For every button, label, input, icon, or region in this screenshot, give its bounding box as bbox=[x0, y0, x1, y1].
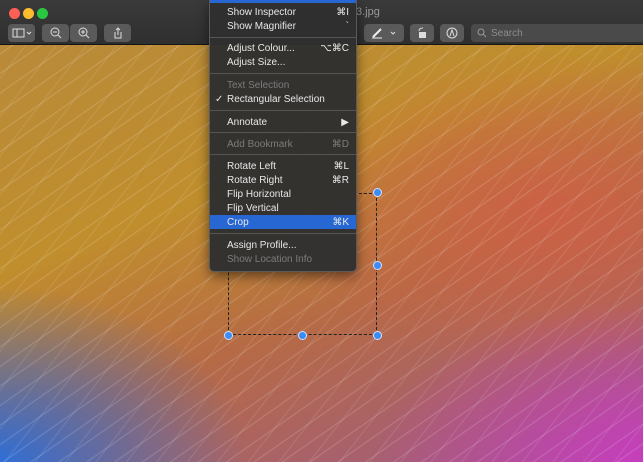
menu-title-highlight bbox=[210, 0, 356, 3]
menu-item-flip-vertical[interactable]: Flip Vertical bbox=[210, 201, 356, 215]
menu-item-assign-profile[interactable]: Assign Profile... bbox=[210, 238, 356, 252]
selection-handle-right[interactable] bbox=[373, 261, 382, 270]
menu-item-annotate[interactable]: Annotate ▶ bbox=[210, 115, 356, 129]
menu-item-show-magnifier[interactable]: Show Magnifier ` bbox=[210, 19, 356, 33]
minimize-window-button[interactable] bbox=[23, 8, 34, 19]
search-placeholder: Search bbox=[491, 27, 523, 39]
share-button[interactable] bbox=[104, 24, 131, 42]
menu-separator bbox=[210, 110, 356, 111]
menu-item-crop[interactable]: Crop ⌘K bbox=[210, 215, 356, 229]
zoom-in-button[interactable] bbox=[70, 24, 97, 42]
menu-separator bbox=[210, 154, 356, 155]
menu-item-text-selection: Text Selection bbox=[227, 79, 290, 91]
share-icon bbox=[114, 27, 121, 39]
selection-handle-bottom[interactable] bbox=[298, 331, 307, 340]
menu-item-show-inspector[interactable]: Show Inspector ⌘I bbox=[210, 5, 356, 19]
zoom-out-icon bbox=[50, 27, 61, 39]
sidebar-toggle-button[interactable] bbox=[8, 24, 35, 42]
menu-separator bbox=[210, 132, 356, 133]
menu-item-add-bookmark: Add Bookmark ⌘D bbox=[227, 138, 349, 150]
menu-item-rotate-right[interactable]: Rotate Right ⌘R bbox=[210, 173, 356, 187]
pen-icon bbox=[372, 28, 396, 39]
zoom-window-button[interactable] bbox=[37, 8, 48, 19]
submenu-arrow-icon: ▶ bbox=[341, 116, 349, 128]
menu-item-rectangular-selection[interactable]: ✓ Rectangular Selection bbox=[210, 92, 356, 106]
selection-handle-top-right[interactable] bbox=[373, 188, 382, 197]
menu-item-adjust-size[interactable]: Adjust Size... bbox=[210, 55, 356, 69]
sidebar-icon bbox=[12, 28, 31, 38]
markup-pen-button[interactable] bbox=[364, 24, 404, 42]
zoom-out-button[interactable] bbox=[42, 24, 69, 42]
checkmark-icon: ✓ bbox=[215, 93, 224, 105]
menu-separator bbox=[210, 73, 356, 74]
markup-icon bbox=[446, 27, 458, 39]
markup-toolbar-button[interactable] bbox=[440, 24, 464, 42]
search-field[interactable]: Search bbox=[471, 24, 643, 42]
search-icon bbox=[477, 28, 487, 38]
rotate-icon bbox=[418, 27, 426, 38]
selection-handle-bottom-right[interactable] bbox=[373, 331, 382, 340]
rotate-button[interactable] bbox=[410, 24, 434, 42]
menu-item-show-location-info: Show Location Info bbox=[227, 253, 313, 265]
selection-handle-bottom-left[interactable] bbox=[224, 331, 233, 340]
menu-item-flip-horizontal[interactable]: Flip Horizontal bbox=[210, 187, 356, 201]
menu-separator bbox=[210, 37, 356, 38]
menu-item-rotate-left[interactable]: Rotate Left ⌘L bbox=[210, 159, 356, 173]
zoom-in-icon bbox=[78, 27, 89, 39]
tools-menu: Show Inspector ⌘I Show Magnifier ` Adjust … bbox=[209, 0, 357, 272]
window-title: 3.jpg bbox=[356, 6, 380, 18]
menu-separator bbox=[210, 233, 356, 234]
close-window-button[interactable] bbox=[9, 8, 20, 19]
menu-item-adjust-colour[interactable]: Adjust Colour... ⌥⌘C bbox=[210, 41, 356, 55]
